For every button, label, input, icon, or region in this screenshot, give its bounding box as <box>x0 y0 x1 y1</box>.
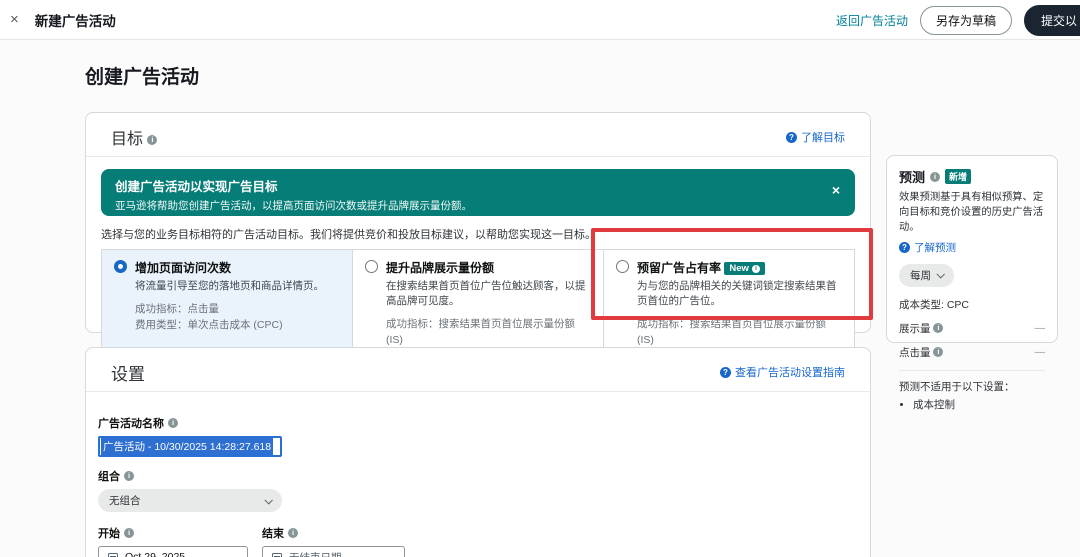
banner-title: 创建广告活动以实现广告目标 <box>115 176 815 195</box>
goal-banner: 创建广告活动以实现广告目标 亚马逊将帮助您创建广告活动，以提高页面访问次数或提升… <box>101 169 855 216</box>
option-description: 将流量引导至您的落地页和商品详情页。 <box>135 278 340 293</box>
divider <box>899 370 1045 371</box>
new-badge: Newi <box>724 262 765 275</box>
date-row: 开始i Oct 29, 2025 结束i 无结束日期 <box>98 512 858 557</box>
option-metrics: 成功指标：点击量 费用类型：单次点击成本 (CPC) <box>135 301 340 334</box>
info-icon[interactable]: i <box>147 135 157 145</box>
forecast-period-dropdown[interactable]: 每周 <box>899 264 954 287</box>
window-title: 新建广告活动 <box>35 10 116 30</box>
goal-section: 目标 i ? 了解目标 创建广告活动以实现广告目标 亚马逊将帮助您创建广告活动，… <box>85 112 871 333</box>
settings-form: 广告活动名称i 广告活动 - 10/30/2025 14:28:27.618 组… <box>86 392 870 557</box>
chevron-down-icon <box>264 496 272 504</box>
topbar-actions: 返回广告活动 另存为草稿 提交以 <box>836 0 1080 40</box>
campaign-name-input[interactable]: 广告活动 - 10/30/2025 14:28:27.618 <box>98 436 282 457</box>
forecast-panel: 预测 i 新增 效果预测基于具有相似预算、定向目标和竞价设置的历史广告活动。 ?… <box>886 155 1058 343</box>
campaign-name-label: 广告活动名称i <box>98 415 858 431</box>
start-date-input[interactable]: Oct 29, 2025 <box>98 546 248 557</box>
submit-button[interactable]: 提交以 <box>1024 5 1080 36</box>
forecast-row-clicks: 点击量 i — <box>899 345 1045 360</box>
option-title: 预留广告占有率 Newi <box>637 259 765 276</box>
option-description: 为与您的品牌相关的关键词锁定搜索结果首页首位的广告位。 <box>637 278 842 308</box>
learn-goal-link[interactable]: ? 了解目标 <box>786 129 845 145</box>
close-icon[interactable]: × <box>10 11 19 28</box>
new-badge: 新增 <box>945 169 971 184</box>
settings-guide-link[interactable]: ? 查看广告活动设置指南 <box>720 364 845 380</box>
page-title: 创建广告活动 <box>85 62 199 89</box>
radio-icon[interactable] <box>616 260 629 273</box>
campaign-name-value: 广告活动 - 10/30/2025 14:28:27.618 <box>101 438 273 455</box>
chevron-down-icon <box>936 270 944 278</box>
calendar-icon <box>108 553 118 557</box>
banner-close-icon[interactable]: × <box>832 182 840 198</box>
info-icon: i <box>752 265 760 273</box>
option-description: 在搜索结果首页首位广告位触达顾客，以提高品牌可见度。 <box>386 278 591 308</box>
option-title: 提升品牌展示量份额 <box>386 259 494 276</box>
calendar-icon <box>272 553 282 557</box>
portfolio-label: 组合i <box>98 468 858 484</box>
info-icon[interactable]: i <box>168 418 178 428</box>
radio-selected-icon[interactable] <box>114 260 127 273</box>
back-to-campaigns-link[interactable]: 返回广告活动 <box>836 12 908 29</box>
forecast-note: 预测不适用于以下设置： 成本控制 <box>899 379 1045 412</box>
info-icon[interactable]: i <box>124 471 134 481</box>
info-icon[interactable]: i <box>933 347 943 357</box>
info-icon[interactable]: i <box>930 172 940 182</box>
forecast-cost-type: 成本类型: CPC <box>899 297 1045 312</box>
info-icon[interactable]: i <box>288 528 298 538</box>
save-draft-button[interactable]: 另存为草稿 <box>920 6 1012 35</box>
radio-icon[interactable] <box>365 260 378 273</box>
help-icon: ? <box>720 367 731 378</box>
forecast-title: 预测 <box>899 167 925 186</box>
impressions-value: — <box>1035 322 1046 334</box>
goal-title: 目标 i <box>111 125 157 149</box>
top-bar: × 新建广告活动 返回广告活动 另存为草稿 提交以 <box>0 0 1080 40</box>
settings-title: 设置 <box>111 360 145 385</box>
banner-subtitle: 亚马逊将帮助您创建广告活动，以提高页面访问次数或提升品牌展示量份额。 <box>115 198 815 213</box>
start-date-label: 开始i <box>98 525 248 541</box>
settings-section: 设置 ? 查看广告活动设置指南 广告活动名称i 广告活动 - 10/30/202… <box>85 347 871 557</box>
help-icon: ? <box>786 132 797 143</box>
info-icon[interactable]: i <box>933 323 943 333</box>
goal-header: 目标 i ? 了解目标 <box>86 113 870 157</box>
goal-intro-text: 选择与您的业务目标相符的广告活动目标。我们将提供竞价和投放目标建议，以帮助您实现… <box>101 226 855 242</box>
info-icon[interactable]: i <box>124 528 134 538</box>
portfolio-dropdown[interactable]: 无组合 <box>98 489 282 512</box>
forecast-description: 效果预测基于具有相似预算、定向目标和竞价设置的历史广告活动。 <box>899 191 1045 236</box>
end-date-input[interactable]: 无结束日期 <box>262 546 405 557</box>
help-icon: ? <box>899 242 910 253</box>
settings-header: 设置 ? 查看广告活动设置指南 <box>86 348 870 392</box>
clicks-value: — <box>1035 346 1046 358</box>
end-date-label: 结束i <box>262 525 405 541</box>
forecast-row-impressions: 展示量 i — <box>899 321 1045 336</box>
option-title: 增加页面访问次数 <box>135 259 231 276</box>
learn-forecast-link[interactable]: ? 了解预测 <box>899 240 1045 255</box>
